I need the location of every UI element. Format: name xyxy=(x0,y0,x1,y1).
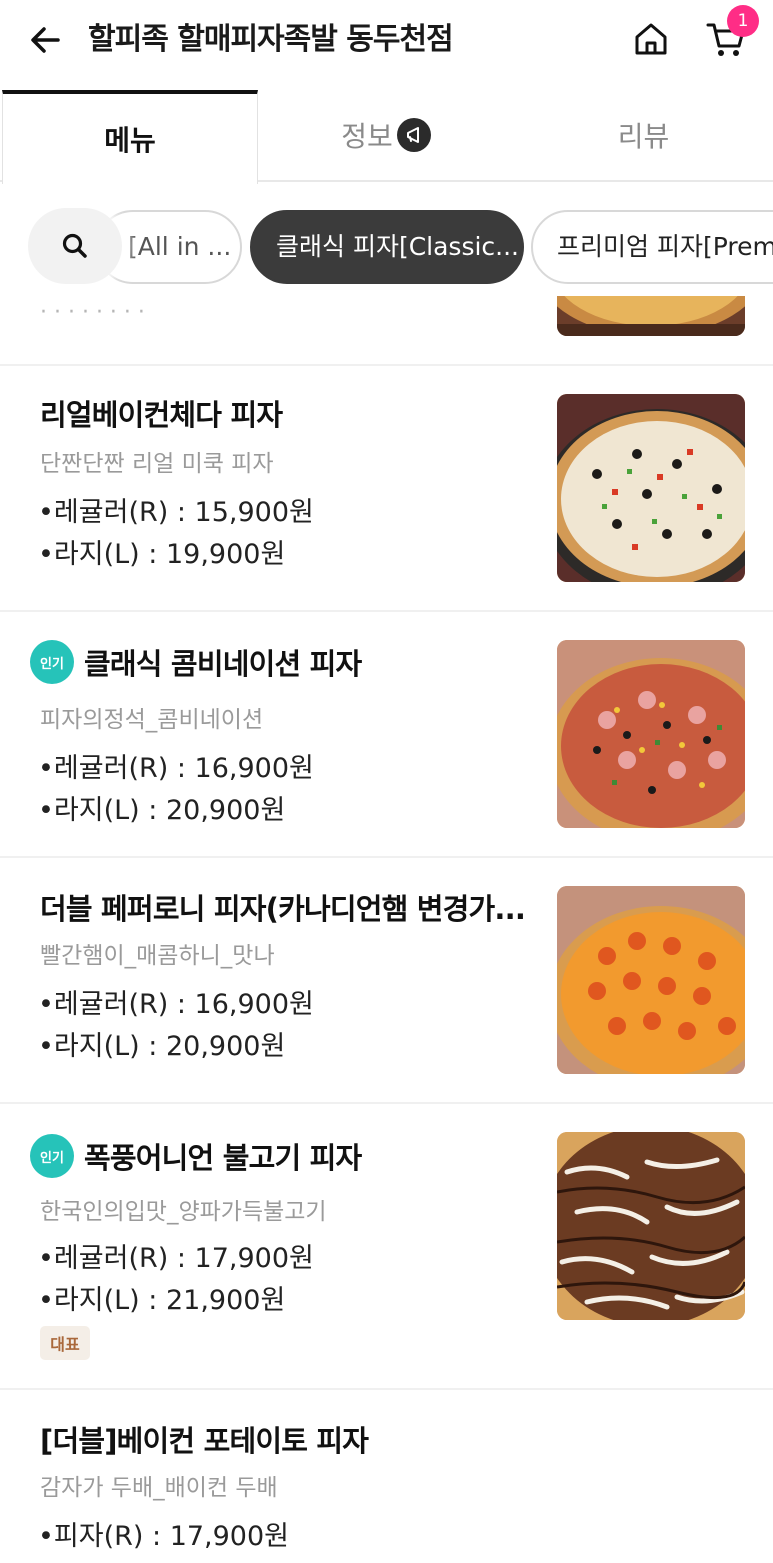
menu-item[interactable]: 인기 클래식 콤비네이션 피자 피자의정석_콤비네이션 •레귤러(R) : 16… xyxy=(0,612,773,858)
menu-item-price: •라지(L) : 19,900원 xyxy=(38,539,286,570)
menu-search-button[interactable] xyxy=(28,208,122,284)
menu-item-name: 리얼베이컨체다 피자 xyxy=(40,398,283,432)
menu-item-name: [더블]베이컨 포테이토 피자 xyxy=(40,1424,369,1458)
category-chip-label: 프리미엄 피자[Premi xyxy=(557,232,773,261)
top-app-bar: 할피족 할매피자족발 동두천점 1 xyxy=(0,0,773,80)
menu-item-price: •피자(R) : 17,900원 xyxy=(38,1521,290,1552)
category-chip-premium[interactable]: 프리미엄 피자[Premi xyxy=(531,210,773,284)
tab-menu-label: 메뉴 xyxy=(104,124,156,157)
store-tabs: 메뉴 정보 리뷰 xyxy=(0,90,773,184)
home-button[interactable] xyxy=(628,16,674,62)
menu-item-price: •레귤러(R) : 15,900원 xyxy=(38,497,314,528)
menu-item-description: 빨간햄이_매콤하니_맛나 xyxy=(40,943,275,969)
menu-item-partial[interactable]: · · · · · · · · xyxy=(0,296,773,366)
megaphone-icon xyxy=(396,118,431,152)
representative-tag: 대표 xyxy=(40,1326,90,1360)
category-chip-label: 클래식 피자[Classic... xyxy=(276,232,520,261)
store-title: 할피족 할매피자족발 동두천점 xyxy=(88,22,454,57)
category-chip-classic[interactable]: 클래식 피자[Classic... xyxy=(250,210,524,284)
tab-info-label: 정보 xyxy=(341,120,393,153)
category-chip-label: [All in ... xyxy=(128,232,232,261)
home-icon xyxy=(635,23,667,55)
tab-review-label: 리뷰 xyxy=(617,120,670,153)
popular-badge: 인기 xyxy=(30,1134,74,1178)
menu-item-image xyxy=(557,886,745,1074)
popular-badge: 인기 xyxy=(30,640,74,684)
search-icon xyxy=(62,233,87,258)
tab-menu[interactable]: 메뉴 xyxy=(2,90,258,184)
menu-item-description: 피자의정석_콤비네이션 xyxy=(40,707,264,733)
menu-item-price: •라지(L) : 20,900원 xyxy=(38,1031,286,1062)
menu-item-description: 한국인의입맛_양파가득불고기 xyxy=(40,1199,327,1225)
menu-item[interactable]: 리얼베이컨체다 피자 단짠단짠 리얼 미쿡 피자 •레귤러(R) : 15,90… xyxy=(0,366,773,612)
menu-item[interactable]: 인기 폭풍어니언 불고기 피자 한국인의입맛_양파가득불고기 •레귤러(R) :… xyxy=(0,1104,773,1390)
tab-info[interactable]: 정보 xyxy=(258,90,514,180)
menu-item-name: 폭풍어니언 불고기 피자 xyxy=(84,1141,362,1175)
back-button[interactable] xyxy=(22,18,70,62)
menu-item-price: •레귤러(R) : 16,900원 xyxy=(38,753,314,784)
category-chip-bar: [All in ... 클래식 피자[Classic... 프리미엄 피자[Pr… xyxy=(0,196,773,296)
menu-item-description: 단짠단짠 리얼 미쿡 피자 xyxy=(40,451,274,477)
menu-item-image xyxy=(557,640,745,828)
cart-count-badge: 1 xyxy=(727,5,759,37)
menu-item-price: •레귤러(R) : 16,900원 xyxy=(38,989,314,1020)
partial-item-text: · · · · · · · · xyxy=(40,300,145,325)
menu-item-price: •라지(L) : 21,900원 xyxy=(38,1285,286,1316)
menu-item-image xyxy=(557,296,745,336)
menu-item-name: 클래식 콤비네이션 피자 xyxy=(84,647,362,681)
tab-review[interactable]: 리뷰 xyxy=(514,90,773,180)
menu-item-description: 감자가 두배_배이컨 두배 xyxy=(40,1475,278,1501)
menu-item-image xyxy=(557,394,745,582)
menu-item-price: •라지(L) : 20,900원 xyxy=(38,795,286,826)
menu-item[interactable]: 더블 페퍼로니 피자(카나디언햄 변경가... 빨간햄이_매콤하니_맛나 •레귤… xyxy=(0,858,773,1104)
menu-item-name: 더블 페퍼로니 피자(카나디언햄 변경가... xyxy=(40,892,526,926)
arrow-left-icon xyxy=(31,27,60,53)
menu-item[interactable]: [더블]베이컨 포테이토 피자 감자가 두배_배이컨 두배 •피자(R) : 1… xyxy=(0,1390,773,1563)
menu-item-price: •레귤러(R) : 17,900원 xyxy=(38,1243,314,1274)
menu-item-image xyxy=(557,1132,745,1320)
